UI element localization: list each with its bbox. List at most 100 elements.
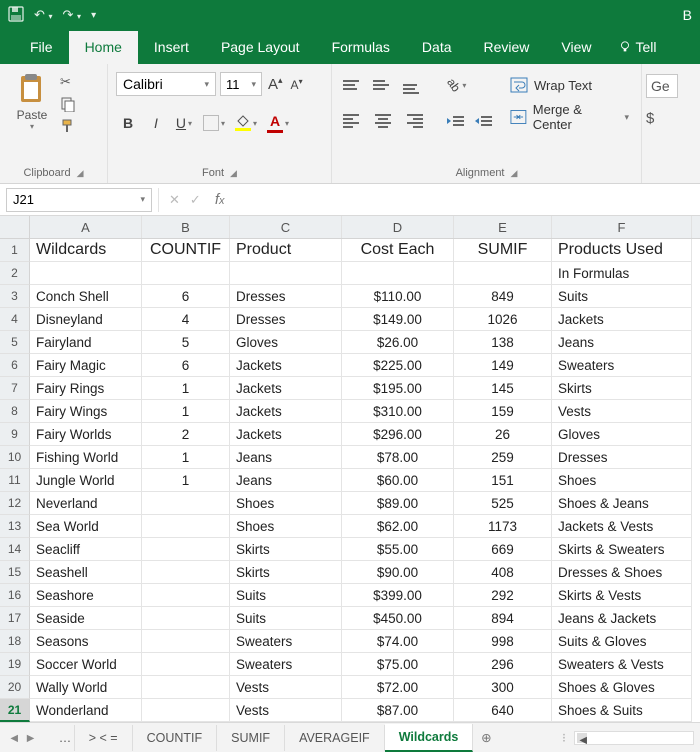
cell[interactable]: Suits & Gloves (552, 630, 692, 653)
cell[interactable]: 149 (454, 354, 552, 377)
cell[interactable]: $26.00 (342, 331, 454, 354)
tab-insert[interactable]: Insert (138, 31, 205, 64)
cell[interactable]: Skirts (230, 538, 342, 561)
cell[interactable] (142, 676, 230, 699)
cell[interactable] (30, 262, 142, 285)
cell[interactable]: $149.00 (342, 308, 454, 331)
row-header[interactable]: 11 (0, 469, 30, 492)
clipboard-dialog-launcher-icon[interactable]: ◢ (77, 168, 84, 179)
font-color-button[interactable]: A▾ (264, 110, 292, 136)
cell[interactable] (454, 262, 552, 285)
cell[interactable]: Vests (230, 699, 342, 722)
cell[interactable]: Seashell (30, 561, 142, 584)
cell[interactable]: Seashore (30, 584, 142, 607)
row-header[interactable]: 19 (0, 653, 30, 676)
format-painter-icon[interactable] (60, 118, 78, 134)
paste-button[interactable]: Paste ▾ (8, 68, 56, 131)
decrease-indent-icon[interactable] (444, 108, 468, 134)
sheet-nav-prev-icon[interactable]: ◄ (8, 731, 20, 745)
cell[interactable]: 159 (454, 400, 552, 423)
cell[interactable]: Shoes (230, 515, 342, 538)
row-header[interactable]: 16 (0, 584, 30, 607)
merge-center-button[interactable]: Merge & Center ▾ (506, 104, 633, 130)
bold-button[interactable]: B (116, 110, 140, 136)
cell[interactable]: 5 (142, 331, 230, 354)
font-name-combo[interactable]: Calibri▾ (116, 72, 216, 96)
cell[interactable]: Jeans (230, 446, 342, 469)
cell[interactable] (142, 262, 230, 285)
col-header-D[interactable]: D (342, 216, 454, 238)
font-size-combo[interactable]: 11▾ (220, 72, 262, 96)
cell[interactable]: Jungle World (30, 469, 142, 492)
cell[interactable]: $110.00 (342, 285, 454, 308)
cell[interactable]: Fairy Rings (30, 377, 142, 400)
cell[interactable]: 408 (454, 561, 552, 584)
cell[interactable]: 26 (454, 423, 552, 446)
cell[interactable]: $75.00 (342, 653, 454, 676)
cell[interactable]: Jackets & Vests (552, 515, 692, 538)
cell[interactable]: Vests (230, 676, 342, 699)
cell[interactable] (142, 630, 230, 653)
cell[interactable]: Gloves (552, 423, 692, 446)
row-header[interactable]: 17 (0, 607, 30, 630)
cell[interactable] (142, 538, 230, 561)
cell[interactable]: Dresses & Shoes (552, 561, 692, 584)
cell[interactable] (142, 699, 230, 722)
cell[interactable]: Gloves (230, 331, 342, 354)
cell[interactable]: $195.00 (342, 377, 454, 400)
accounting-format-button[interactable]: $ (646, 110, 678, 127)
cell[interactable]: 259 (454, 446, 552, 469)
align-left-icon[interactable] (340, 108, 366, 134)
cell[interactable] (142, 653, 230, 676)
copy-icon[interactable] (60, 96, 78, 112)
cell[interactable]: 2 (142, 423, 230, 446)
cell[interactable]: Wally World (30, 676, 142, 699)
cell[interactable]: Skirts (552, 377, 692, 400)
cell[interactable]: Skirts & Vests (552, 584, 692, 607)
sheet-tab-averageif[interactable]: AVERAGEIF (285, 725, 385, 751)
name-box[interactable]: J21 ▾ (6, 188, 152, 212)
cell[interactable]: $450.00 (342, 607, 454, 630)
cell[interactable]: Shoes & Suits (552, 699, 692, 722)
cell[interactable]: Jeans (230, 469, 342, 492)
cell[interactable]: 145 (454, 377, 552, 400)
row-header[interactable]: 1 (0, 239, 30, 262)
row-header[interactable]: 5 (0, 331, 30, 354)
cell[interactable]: Jackets (230, 400, 342, 423)
orientation-button[interactable]: ab▾ (444, 72, 469, 98)
cell[interactable]: $296.00 (342, 423, 454, 446)
cell[interactable]: Jackets (552, 308, 692, 331)
cell[interactable]: 525 (454, 492, 552, 515)
cell[interactable]: 894 (454, 607, 552, 630)
cell[interactable] (142, 492, 230, 515)
cell[interactable]: $60.00 (342, 469, 454, 492)
formula-cancel-icon[interactable]: ✕ (169, 192, 180, 208)
cell[interactable]: 998 (454, 630, 552, 653)
cell[interactable]: Disneyland (30, 308, 142, 331)
cell[interactable]: Soccer World (30, 653, 142, 676)
select-all-corner[interactable] (0, 216, 30, 238)
increase-indent-icon[interactable] (472, 108, 496, 134)
cell[interactable]: 4 (142, 308, 230, 331)
cell[interactable]: 1 (142, 377, 230, 400)
align-bottom-icon[interactable] (400, 72, 426, 98)
qat-customize-icon[interactable]: ▾ (91, 10, 96, 21)
cell[interactable] (142, 561, 230, 584)
cell[interactable] (230, 262, 342, 285)
sheet-tab-nav[interactable]: > < = (75, 725, 133, 751)
cut-icon[interactable]: ✂ (60, 74, 78, 90)
col-header-B[interactable]: B (142, 216, 230, 238)
row-header[interactable]: 12 (0, 492, 30, 515)
tab-data[interactable]: Data (406, 31, 468, 64)
tab-page-layout[interactable]: Page Layout (205, 31, 316, 64)
cell[interactable]: 1 (142, 446, 230, 469)
sheet-tab-wildcards[interactable]: Wildcards (385, 724, 474, 752)
cell[interactable]: Sea World (30, 515, 142, 538)
cell[interactable]: $62.00 (342, 515, 454, 538)
cell[interactable]: Shoes & Jeans (552, 492, 692, 515)
cell[interactable]: Suits (230, 607, 342, 630)
cell[interactable]: Dresses (230, 308, 342, 331)
cell[interactable]: Jeans & Jackets (552, 607, 692, 630)
col-header-F[interactable]: F (552, 216, 692, 238)
spreadsheet-grid[interactable]: A B C D E F 1WildcardsCOUNTIFProductCost… (0, 216, 700, 722)
